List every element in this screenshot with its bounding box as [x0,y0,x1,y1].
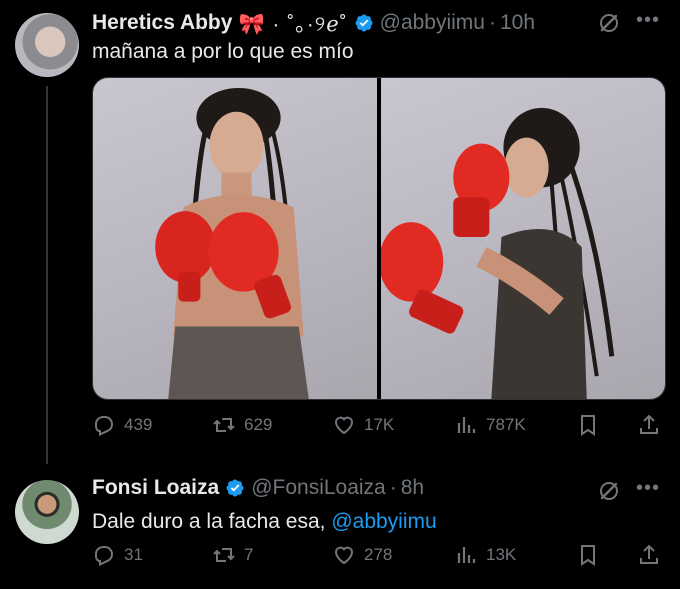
views-icon [457,417,476,433]
mention-link[interactable]: @abbyiimu [331,510,436,533]
views-icon [457,547,476,563]
repost-button[interactable]: 629 [212,408,272,442]
tweet[interactable]: Fonsi Loaiza @FonsiLoaiza · 8h ••• Dale … [0,470,680,589]
media-photo-2[interactable] [381,78,665,399]
tweet[interactable]: Heretics Abby 🎀 · ˚｡·୨ℯ˚ @abbyiimu · 10h… [0,0,680,470]
like-icon [334,416,354,435]
like-icon [334,546,354,565]
reply-icon [95,546,114,567]
repost-count: 7 [244,545,254,564]
share-button[interactable] [637,538,661,572]
share-icon [640,414,658,434]
display-name[interactable]: Fonsi Loaiza [92,476,219,500]
reply-button[interactable]: 439 [92,408,152,442]
reply-count: 439 [124,415,153,434]
handle[interactable]: @FonsiLoaiza [251,476,386,500]
timestamp[interactable]: 8h [401,476,424,500]
repost-icon [213,548,235,562]
bookmark-button[interactable] [576,538,600,572]
separator-dot: · [488,11,496,34]
handle[interactable]: @abbyiimu [380,11,485,35]
share-icon [640,544,658,564]
name-decoration: 🎀 · ˚｡·୨ℯ˚ [238,13,348,36]
share-button[interactable] [637,408,661,442]
tweet-header: Heretics Abby 🎀 · ˚｡·୨ℯ˚ @abbyiimu · 10h [92,8,535,38]
views-count: 13K [486,545,517,564]
reply-icon [95,416,114,437]
bookmark-icon [581,545,595,566]
views-button[interactable]: 787K [454,408,526,442]
tweet-text: mañana a por lo que es mío [92,40,354,63]
views-button[interactable]: 13K [454,538,516,572]
bookmark-icon [581,415,595,436]
tweet-header: Fonsi Loaiza @FonsiLoaiza · 8h [92,476,424,500]
like-button[interactable]: 278 [332,538,392,572]
action-bar: 31 7 278 13K [92,538,670,572]
verified-badge-icon [355,14,373,32]
repost-button[interactable]: 7 [212,538,253,572]
avatar[interactable] [15,480,79,544]
media-grid[interactable] [92,77,666,400]
tweet-text: Dale duro a la facha esa, @abbyiimu [92,510,437,534]
timestamp[interactable]: 10h [500,11,535,35]
repost-icon [213,418,235,432]
separator-dot: · [389,476,397,499]
reply-button[interactable]: 31 [92,538,143,572]
avatar[interactable] [15,13,79,77]
action-bar: 439 629 17K 787K [92,408,670,442]
tweet-text-body: Dale duro a la facha esa, [92,510,332,533]
display-name[interactable]: Heretics Abby [92,11,232,35]
grok-icon[interactable] [597,479,621,503]
reply-count: 31 [124,545,143,564]
like-count: 278 [364,545,393,564]
like-count: 17K [364,415,395,434]
more-icon[interactable]: ••• [636,477,668,501]
grok-icon[interactable] [597,11,621,35]
repost-count: 629 [244,415,273,434]
bookmark-button[interactable] [576,408,600,442]
like-button[interactable]: 17K [332,408,394,442]
views-count: 787K [486,415,526,434]
media-photo-1[interactable] [93,78,377,399]
more-icon[interactable]: ••• [636,9,668,33]
verified-badge-icon [226,479,244,497]
